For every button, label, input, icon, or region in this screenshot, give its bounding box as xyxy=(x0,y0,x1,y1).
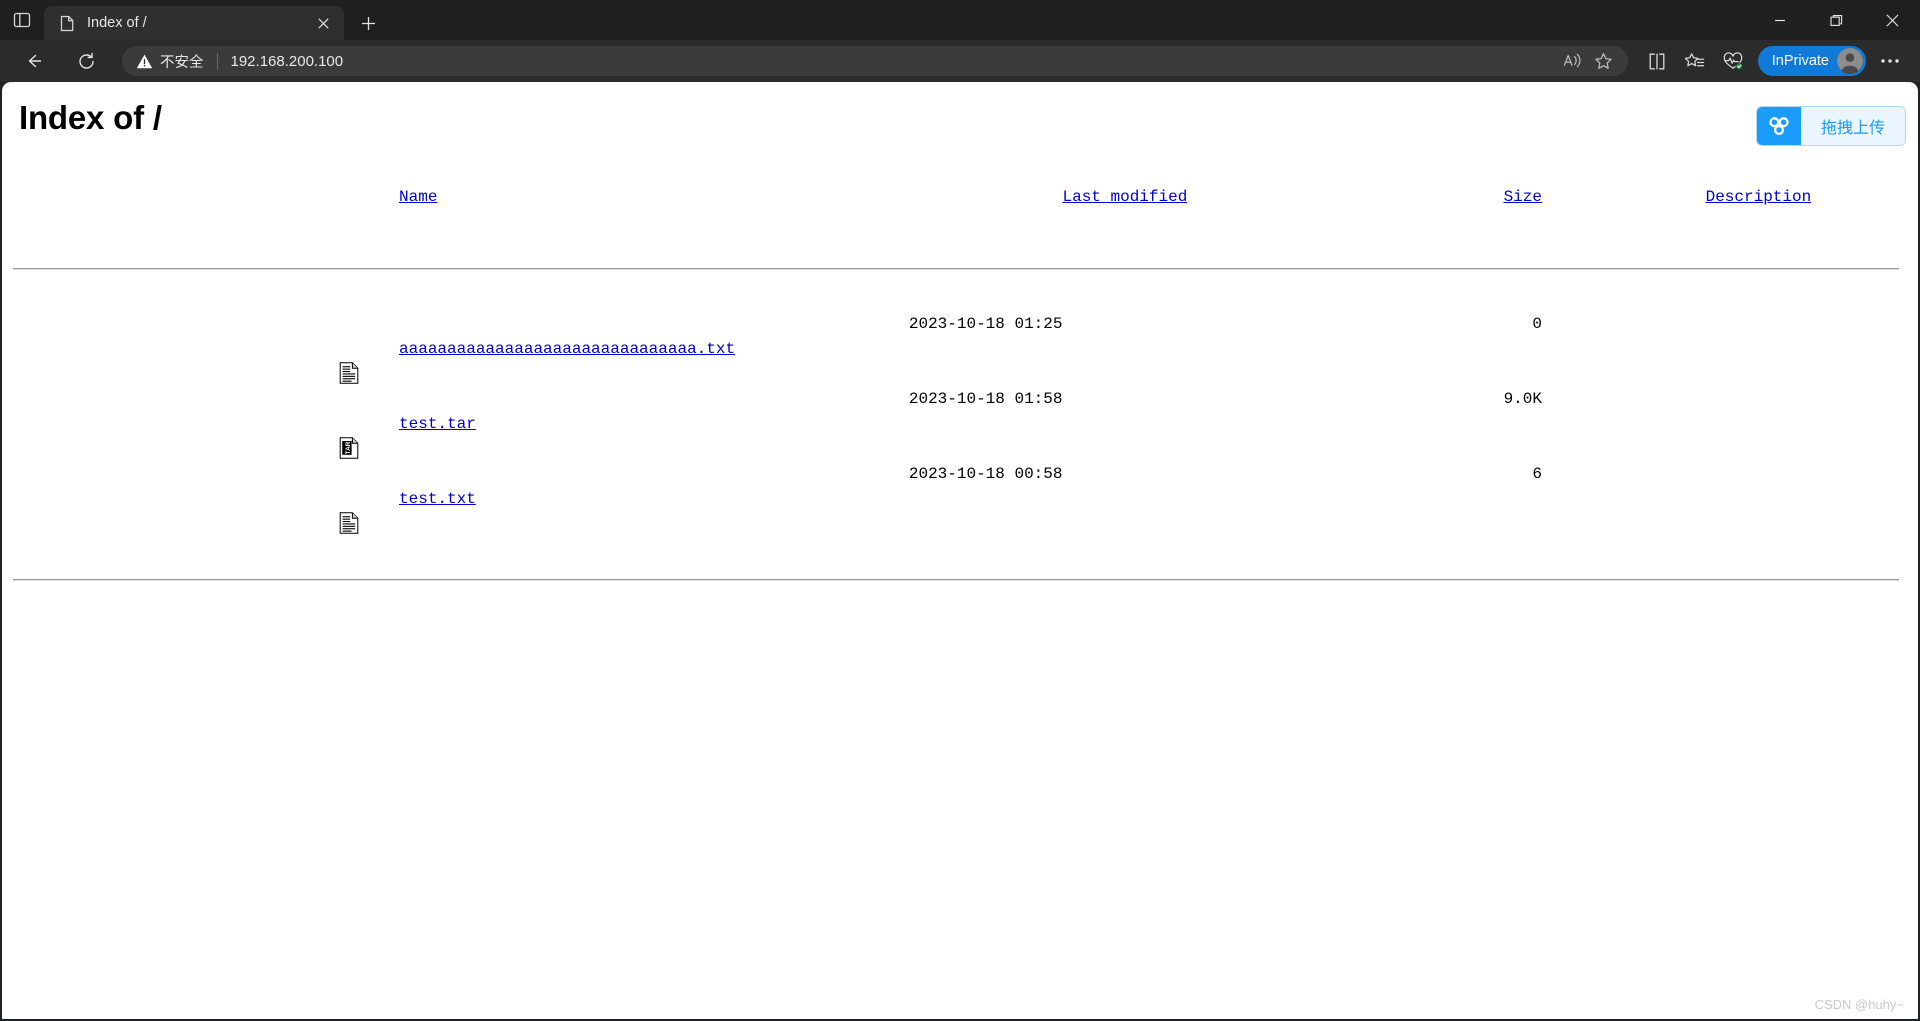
sort-by-size-link[interactable]: Size xyxy=(1504,188,1542,206)
split-screen-button[interactable] xyxy=(1638,45,1676,77)
page-title: Index of / xyxy=(19,99,162,136)
settings-and-more-button[interactable] xyxy=(1870,45,1910,77)
avatar xyxy=(1837,48,1863,74)
star-icon xyxy=(1595,52,1612,69)
header-name-cell: Name xyxy=(245,170,908,226)
reload-button[interactable] xyxy=(68,46,104,76)
plus-icon xyxy=(361,16,375,30)
table-header-row: Name Last modified Size Description xyxy=(13,170,1899,226)
sort-by-description-link[interactable]: Description xyxy=(1706,188,1812,206)
browser-essentials-icon xyxy=(1723,52,1743,70)
inprivate-profile-button[interactable]: InPrivate xyxy=(1757,46,1866,76)
restore-button[interactable] xyxy=(1808,0,1864,40)
file-link[interactable]: test.tar xyxy=(399,415,476,433)
file-modified-cell: 2023-10-18 01:58 xyxy=(908,390,1063,408)
file-name-cell: aaaaaaaaaaaaaaaaaaaaaaaaaaaaaaa.txt xyxy=(245,312,908,387)
security-status-text: 不安全 xyxy=(160,54,204,71)
file-icon-cell xyxy=(13,312,359,387)
file-name-cell: test.tar xyxy=(245,387,908,462)
file-size-cell: 6 xyxy=(1532,465,1542,483)
horizontal-rule xyxy=(13,268,1899,270)
minimize-button[interactable] xyxy=(1752,0,1808,40)
back-arrow-icon xyxy=(28,54,42,68)
inprivate-label: InPrivate xyxy=(1771,53,1829,69)
reload-icon xyxy=(78,52,94,69)
file-size-cell: 9.0K xyxy=(1503,390,1542,408)
header-separator-cell xyxy=(13,226,1899,312)
directory-listing: Name Last modified Size Description aaaa… xyxy=(2,170,1918,623)
add-favorite-button[interactable] xyxy=(1588,48,1620,74)
header-modified-cell: Last modified xyxy=(909,170,1282,226)
address-bar[interactable]: 不安全 192.168.200.100 xyxy=(122,46,1628,76)
toolbar-right-actions: InPrivate xyxy=(1638,45,1910,77)
ellipsis-icon xyxy=(1881,59,1899,63)
header-icon-cell xyxy=(13,170,245,226)
close-icon xyxy=(1885,13,1899,27)
upload-button-label: 拖拽上传 xyxy=(1800,107,1905,145)
minimize-icon xyxy=(1775,19,1785,22)
split-screen-icon xyxy=(1649,53,1665,69)
omnibox-divider xyxy=(216,52,218,70)
favorites-list-icon xyxy=(1685,52,1705,66)
directory-table: Name Last modified Size Description aaaa… xyxy=(13,170,1899,623)
tab-strip: Index of / xyxy=(0,0,1920,40)
tab-index-of[interactable]: Index of / xyxy=(44,6,344,40)
back-button[interactable] xyxy=(16,46,52,76)
tab-title: Index of / xyxy=(87,15,147,31)
browser-essentials-button[interactable] xyxy=(1714,45,1752,77)
read-aloud-button[interactable] xyxy=(1556,48,1588,74)
table-row: aaaaaaaaaaaaaaaaaaaaaaaaaaaaaaa.txt 2023… xyxy=(13,312,1899,387)
browser-window: Index of / 不安全 192.168.200.100 InPrivate… xyxy=(0,0,1920,1021)
file-description-cell xyxy=(1552,387,1899,462)
restore-icon xyxy=(1829,14,1842,26)
collections-button[interactable] xyxy=(1676,45,1714,77)
file-modified-cell: 2023-10-18 01:25 xyxy=(908,315,1063,333)
page-viewport: Index of / 拖拽上传 Name Last modified Size … xyxy=(2,82,1918,1019)
tar-archive-icon: TAR xyxy=(167,412,359,459)
not-secure-warning-icon xyxy=(136,53,153,70)
horizontal-rule xyxy=(13,579,1899,581)
tab-actions-icon xyxy=(13,12,31,28)
sort-by-last-modified-link[interactable]: Last modified xyxy=(1062,188,1187,206)
header-description-cell: Description xyxy=(1552,170,1899,226)
close-tab-button[interactable] xyxy=(310,10,336,36)
baidu-cloud-icon xyxy=(1756,107,1801,145)
header-separator-row xyxy=(13,226,1899,312)
window-controls xyxy=(1752,0,1920,40)
header-size-cell: Size xyxy=(1282,170,1552,226)
omnibox-actions xyxy=(1556,48,1620,74)
watermark: CSDN @huhy~ xyxy=(1814,997,1904,1012)
file-size-cell: 0 xyxy=(1532,315,1542,333)
file-modified-cell: 2023-10-18 00:58 xyxy=(908,465,1063,483)
file-description-cell xyxy=(1552,312,1899,387)
close-window-button[interactable] xyxy=(1864,0,1920,40)
text-file-icon xyxy=(167,337,359,384)
document-icon xyxy=(58,14,76,32)
drag-upload-button[interactable]: 拖拽上传 xyxy=(1755,106,1906,146)
tab-actions-button[interactable] xyxy=(0,0,44,40)
browser-toolbar: 不安全 192.168.200.100 InPrivate xyxy=(0,40,1920,82)
file-link[interactable]: test.txt xyxy=(399,490,476,508)
file-name-cell: test.txt xyxy=(245,462,908,537)
new-tab-button[interactable] xyxy=(350,6,386,40)
close-icon xyxy=(317,17,329,29)
sort-by-name-link[interactable]: Name xyxy=(399,188,437,206)
person-icon xyxy=(1837,48,1863,74)
page-content: Index of / 拖拽上传 Name Last modified Size … xyxy=(2,82,1918,1019)
file-link[interactable]: aaaaaaaaaaaaaaaaaaaaaaaaaaaaaaa.txt xyxy=(399,340,735,358)
file-description-cell xyxy=(1552,462,1899,537)
url-text[interactable]: 192.168.200.100 xyxy=(231,53,1556,70)
read-aloud-icon xyxy=(1563,53,1581,68)
text-file-icon xyxy=(167,487,359,534)
